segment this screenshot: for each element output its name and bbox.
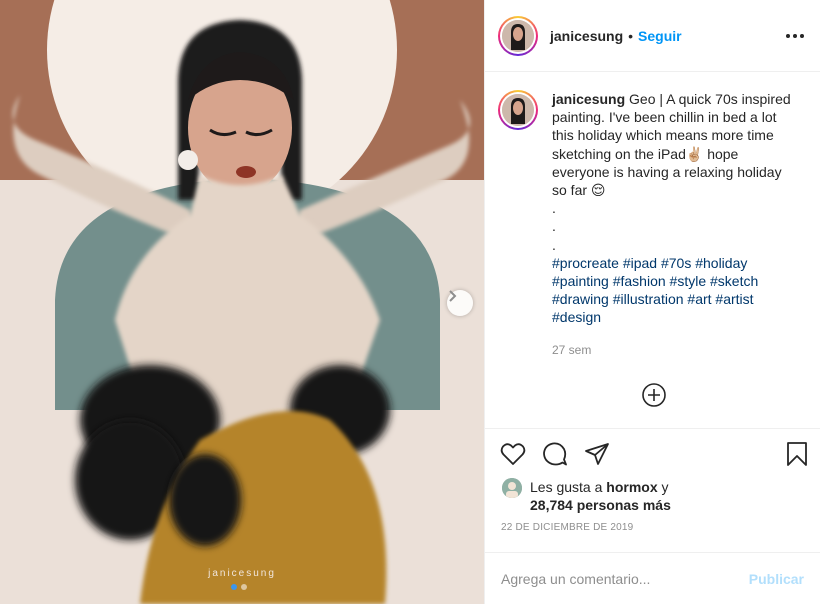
separator-dot: • [628, 27, 634, 44]
caption-dot-3: . [552, 236, 556, 253]
instagram-post: janicesung janicesung • Seguir janicesun… [0, 0, 820, 604]
caption-text: Geo | A quick 70s inspired painting. I'v… [552, 91, 791, 199]
carousel-indicator [231, 584, 247, 590]
header-username[interactable]: janicesung [550, 28, 623, 44]
caption-avatar [502, 94, 534, 126]
add-circle-icon [642, 383, 666, 407]
liker-avatar[interactable] [502, 478, 522, 498]
post-image[interactable]: janicesung [0, 0, 484, 604]
comment-form: Publicar [485, 552, 820, 604]
artwork-illustration [0, 0, 484, 604]
avatar [502, 19, 534, 52]
publish-button[interactable]: Publicar [749, 571, 804, 587]
caption-dot-1: . [552, 200, 556, 217]
caption-story-ring[interactable] [498, 90, 538, 130]
story-ring[interactable] [498, 15, 538, 56]
caption-timestamp: 27 sem [552, 342, 592, 357]
comment-input[interactable] [501, 570, 749, 587]
likes-summary: Les gusta a hormox y 28,784 personas más [485, 478, 820, 514]
liker-username[interactable]: hormox [606, 479, 657, 495]
heart-icon [500, 442, 526, 465]
chevron-right-icon [449, 290, 457, 302]
carousel-dot-1 [231, 584, 237, 590]
likes-count[interactable]: 28,784 personas más [530, 497, 671, 513]
load-more-comments-button[interactable] [641, 382, 667, 413]
post-sidebar: janicesung • Seguir janicesung Geo | A q… [484, 0, 820, 604]
like-button[interactable] [500, 442, 526, 466]
more-options-icon[interactable] [786, 33, 804, 38]
share-icon [585, 442, 609, 465]
comments-section: janicesung Geo | A quick 70s inspired pa… [485, 72, 820, 428]
caption-hashtags[interactable]: #procreate #ipad #70s #holiday #painting… [552, 254, 792, 327]
save-button[interactable] [786, 441, 808, 467]
post-date[interactable]: 22 DE DICIEMBRE DE 2019 [485, 514, 820, 552]
share-button[interactable] [584, 442, 610, 466]
follow-button[interactable]: Seguir [638, 28, 682, 44]
artist-watermark: janicesung [208, 568, 276, 579]
caption: janicesung Geo | A quick 70s inspired pa… [552, 90, 792, 327]
likes-prefix: Les gusta a [530, 479, 607, 495]
caption-row: janicesung Geo | A quick 70s inspired pa… [498, 90, 804, 327]
caption-dot-2: . [552, 218, 556, 235]
likes-text: Les gusta a hormox y 28,784 personas más [530, 478, 671, 514]
post-header: janicesung • Seguir [485, 0, 820, 72]
comment-icon [543, 441, 567, 465]
likes-suffix: y [657, 479, 669, 495]
action-bar [485, 428, 820, 478]
carousel-next-button[interactable] [447, 290, 473, 316]
comment-button[interactable] [542, 441, 568, 467]
caption-username[interactable]: janicesung [552, 91, 625, 107]
bookmark-icon [787, 441, 807, 466]
carousel-dot-2 [241, 584, 247, 590]
